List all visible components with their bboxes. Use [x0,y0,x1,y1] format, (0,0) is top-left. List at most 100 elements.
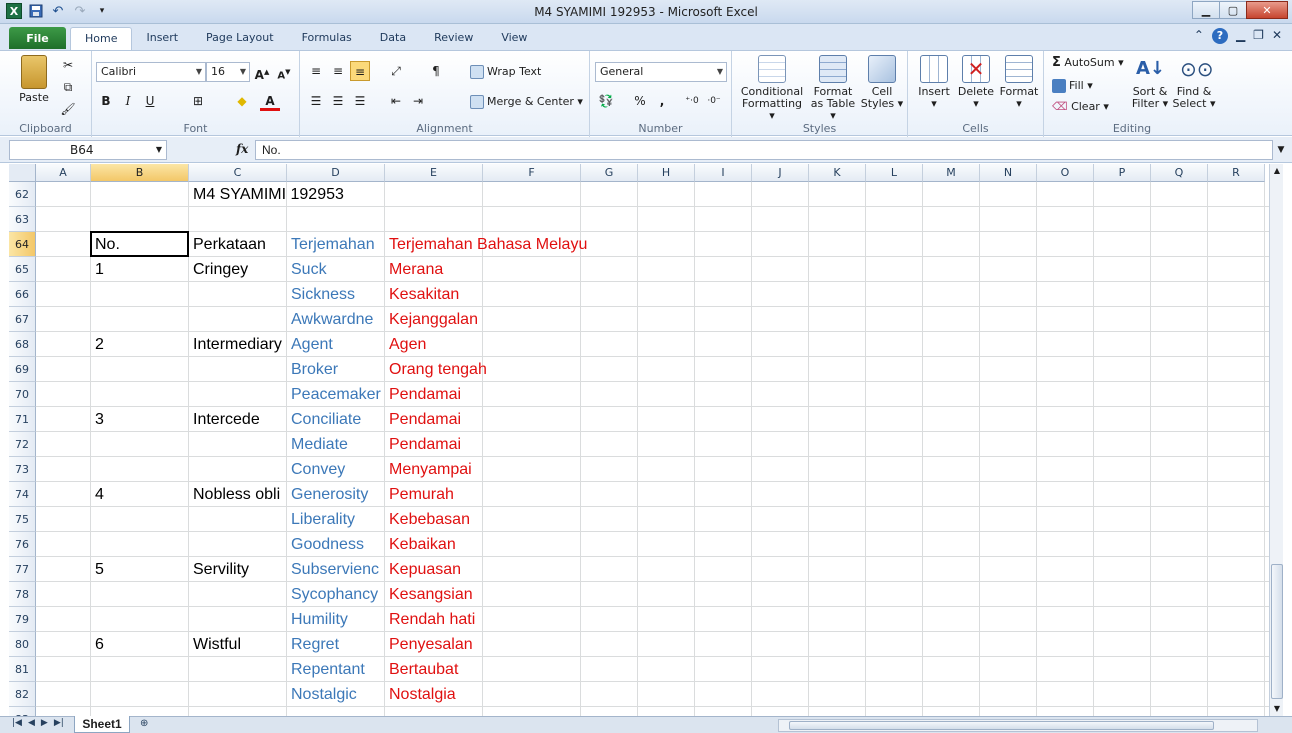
horizontal-scrollbar[interactable] [778,719,1258,732]
cell-c74[interactable]: Nobless obli [189,482,287,507]
cell-d68[interactable]: Agent [287,332,385,357]
cell-d80[interactable]: Regret [287,632,385,657]
conditional-formatting-button[interactable]: Conditional Formatting ▾ [738,55,806,122]
minimize-ribbon-icon[interactable]: ⌃ [1194,28,1204,44]
cell-d71[interactable]: Conciliate [287,407,385,432]
find-select-button[interactable]: ⊙⊙ Find & Select ▾ [1172,55,1216,110]
column-header-r[interactable]: R [1208,164,1265,182]
column-header-c[interactable]: C [189,164,287,182]
cell-e64[interactable]: Terjemahan Bahasa Melayu [385,232,587,257]
format-as-table-button[interactable]: Format as Table ▾ [808,55,858,122]
bold-button[interactable]: B [96,91,116,111]
cell-d70[interactable]: Peacemaker [287,382,385,407]
borders-icon[interactable]: ⊞ [188,91,208,111]
insert-sheet-icon[interactable]: ⊕ [140,718,158,732]
cell-b74[interactable]: 4 [91,482,189,507]
cell-e82[interactable]: Nostalgia [385,682,483,707]
column-header-l[interactable]: L [866,164,923,182]
last-sheet-icon[interactable]: ▶| [54,718,64,728]
workbook-restore-icon[interactable]: ❐ [1253,28,1264,44]
row-header-82[interactable]: 82 [9,682,36,707]
tab-insert[interactable]: Insert [132,27,192,50]
align-left-icon[interactable]: ☰ [306,91,326,111]
row-header-68[interactable]: 68 [9,332,36,357]
cell-c77[interactable]: Servility [189,557,287,582]
scroll-down-icon[interactable]: ▼ [1270,702,1284,716]
row-header-79[interactable]: 79 [9,607,36,632]
cell-d67[interactable]: Awkwardne [287,307,385,332]
cell-c68[interactable]: Intermediary [189,332,287,357]
cell-e75[interactable]: Kebebasan [385,507,483,532]
horizontal-scroll-thumb[interactable] [789,721,1214,730]
cell-d82[interactable]: Nostalgic [287,682,385,707]
column-header-d[interactable]: D [287,164,385,182]
cell-e66[interactable]: Kesakitan [385,282,483,307]
column-header-o[interactable]: O [1037,164,1094,182]
cut-icon[interactable]: ✂ [58,55,78,75]
column-header-e[interactable]: E [385,164,483,182]
tab-page-layout[interactable]: Page Layout [192,27,288,50]
cell-d73[interactable]: Convey [287,457,385,482]
help-icon[interactable]: ? [1211,28,1228,44]
cell-b80[interactable]: 6 [91,632,189,657]
worksheet-grid[interactable]: A B C D E F G H I J K L M N O P Q R 62 63 64 65 66 67 68 69 70 71 72… [9,164,1269,716]
column-header-m[interactable]: M [923,164,980,182]
cell-d76[interactable]: Goodness [287,532,385,557]
grow-font-icon[interactable]: A▲ [252,62,272,82]
number-format-select[interactable]: General ▼ [595,62,727,82]
align-middle-icon[interactable]: ≡ [328,61,348,81]
row-header-66[interactable]: 66 [9,282,36,307]
cell-e67[interactable]: Kejanggalan [385,307,483,332]
column-header-b[interactable]: B [91,164,189,182]
align-bottom-icon[interactable]: ≡ [350,61,370,81]
tab-file[interactable]: File [9,27,66,49]
underline-button[interactable]: U [140,91,160,111]
formula-input[interactable]: No. [255,140,1273,160]
column-header-f[interactable]: F [483,164,581,182]
minimize-icon[interactable]: ▁ [1192,1,1220,19]
maximize-icon[interactable]: ▢ [1219,1,1247,19]
font-name-select[interactable]: Calibri ▼ [96,62,206,82]
cell-e70[interactable]: Pendamai [385,382,483,407]
close-icon[interactable]: ✕ [1246,1,1288,19]
cell-d81[interactable]: Repentant [287,657,385,682]
italic-button[interactable]: I [118,91,138,111]
column-header-h[interactable]: H [638,164,695,182]
cell-d64[interactable]: Terjemahan [287,232,385,257]
tab-formulas[interactable]: Formulas [288,27,366,50]
vertical-scroll-thumb[interactable] [1271,564,1283,699]
orientation-icon[interactable]: ⤢ [386,61,406,81]
row-header-74[interactable]: 74 [9,482,36,507]
cell-e79[interactable]: Rendah hati [385,607,483,632]
cell-b68[interactable]: 2 [91,332,189,357]
column-header-j[interactable]: J [752,164,809,182]
prev-sheet-icon[interactable]: ◀ [28,718,35,728]
format-painter-icon[interactable]: 🖌 [58,99,78,119]
cell-c62[interactable]: M4 SYAMIMI 192953 [189,182,344,207]
fill-button[interactable]: Fill ▾ [1052,79,1093,93]
row-header-77[interactable]: 77 [9,557,36,582]
row-header-78[interactable]: 78 [9,582,36,607]
cell-e72[interactable]: Pendamai [385,432,483,457]
row-header-70[interactable]: 70 [9,382,36,407]
insert-cells-button[interactable]: Insert ▾ [914,55,954,110]
row-header-64[interactable]: 64 [9,232,36,257]
decrease-indent-icon[interactable]: ⇤ [386,91,406,111]
row-header-63[interactable]: 63 [9,207,36,232]
cell-d78[interactable]: Sycophancy [287,582,385,607]
select-all-corner[interactable] [9,164,36,182]
cell-e81[interactable]: Bertaubat [385,657,483,682]
insert-function-icon[interactable]: fx [236,142,248,156]
increase-indent-icon[interactable]: ⇥ [408,91,428,111]
delete-cells-button[interactable]: ✕ Delete ▾ [956,55,996,110]
cell-d65[interactable]: Suck [287,257,385,282]
comma-button[interactable]: , [652,91,672,111]
sort-filter-button[interactable]: A↓ Sort & Filter ▾ [1128,55,1172,110]
cell-d77[interactable]: Subservienc [287,557,385,582]
cell-c71[interactable]: Intercede [189,407,287,432]
cell-d72[interactable]: Mediate [287,432,385,457]
row-header-67[interactable]: 67 [9,307,36,332]
cell-d69[interactable]: Broker [287,357,385,382]
paste-button[interactable]: Paste [14,55,54,104]
align-top-icon[interactable]: ≡ [306,61,326,81]
